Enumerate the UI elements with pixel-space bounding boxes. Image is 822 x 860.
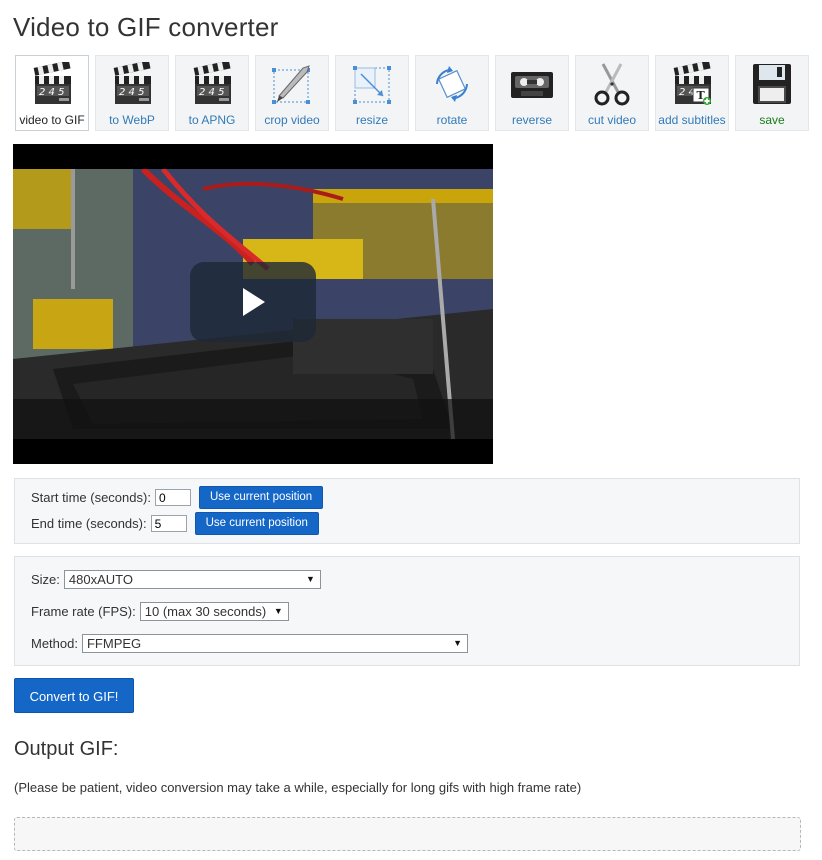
tool-label: save bbox=[759, 113, 785, 127]
tool-to-apng[interactable]: 2 4 5 to APNG bbox=[175, 55, 249, 131]
tool-cut-video[interactable]: cut video bbox=[575, 55, 649, 131]
start-use-current-button[interactable]: Use current position bbox=[198, 486, 324, 509]
chevron-down-icon: ▼ bbox=[273, 606, 283, 616]
tool-label: to WebP bbox=[109, 113, 155, 127]
size-select[interactable]: 480xAUTO ▼ bbox=[63, 570, 321, 589]
tool-rotate[interactable]: rotate bbox=[415, 55, 489, 131]
end-time-row: End time (seconds): Use current position bbox=[31, 512, 319, 535]
video-player[interactable] bbox=[13, 144, 493, 464]
chevron-down-icon: ▼ bbox=[453, 638, 462, 648]
method-row: Method: FFMPEG ▼ bbox=[31, 634, 468, 653]
method-select-value: FFMPEG bbox=[86, 636, 142, 651]
tool-reverse[interactable]: reverse bbox=[495, 55, 569, 131]
fps-row: Frame rate (FPS): 10 (max 30 seconds) ▼ bbox=[31, 602, 289, 621]
tool-label: to APNG bbox=[188, 113, 236, 127]
floppy-disk-icon bbox=[753, 64, 791, 104]
clapperboard-icon: 2 4 5 bbox=[193, 62, 231, 104]
tool-label: resize bbox=[355, 113, 388, 127]
page: Video to GIF converter 2 4 5 video to GI… bbox=[0, 0, 822, 860]
tool-resize[interactable]: resize bbox=[335, 55, 409, 131]
resize-icon bbox=[353, 66, 391, 104]
start-time-input[interactable] bbox=[154, 489, 191, 506]
tool-label: add subtitles bbox=[658, 113, 726, 127]
convert-button[interactable]: Convert to GIF! bbox=[14, 678, 134, 713]
fps-select-value: 10 (max 30 seconds) bbox=[144, 604, 267, 619]
output-title: Output GIF: bbox=[14, 738, 119, 760]
clapperboard-text-icon: 2 4 5 T bbox=[673, 62, 711, 105]
end-time-input[interactable] bbox=[150, 515, 187, 532]
crop-knife-icon bbox=[272, 65, 310, 104]
tool-label: crop video bbox=[264, 113, 320, 127]
size-select-value: 480xAUTO bbox=[68, 572, 133, 587]
fps-label: Frame rate (FPS): bbox=[31, 604, 136, 619]
clapper-numbers: 2 4 5 bbox=[39, 87, 64, 98]
page-title: Video to GIF converter bbox=[13, 12, 279, 42]
scissors-icon bbox=[594, 63, 630, 106]
start-time-label: Start time (seconds): bbox=[31, 490, 151, 505]
tool-save[interactable]: save bbox=[735, 55, 809, 131]
clapperboard-icon: 2 4 5 bbox=[113, 62, 151, 104]
end-use-current-button[interactable]: Use current position bbox=[194, 512, 319, 535]
output-area bbox=[14, 817, 801, 851]
rotate-icon bbox=[436, 66, 468, 102]
tool-to-webp[interactable]: 2 4 5 to WebP bbox=[95, 55, 169, 131]
end-time-label: End time (seconds): bbox=[31, 516, 147, 531]
size-row: Size: 480xAUTO ▼ bbox=[31, 570, 321, 589]
play-icon bbox=[243, 288, 265, 316]
tool-label: video to GIF bbox=[19, 113, 85, 127]
timing-panel: Start time (seconds): Use current positi… bbox=[14, 478, 800, 544]
clapper-numbers: 2 4 5 bbox=[119, 87, 144, 98]
tool-label: reverse bbox=[511, 113, 552, 127]
size-label: Size: bbox=[31, 572, 60, 587]
play-button[interactable] bbox=[190, 262, 316, 342]
chevron-down-icon: ▼ bbox=[305, 574, 315, 584]
clapperboard-icon: 2 4 5 bbox=[33, 62, 71, 104]
clapper-numbers: 2 4 5 bbox=[199, 87, 224, 98]
options-panel: Size: 480xAUTO ▼ Frame rate (FPS): 10 (m… bbox=[14, 556, 800, 666]
fps-select[interactable]: 10 (max 30 seconds) ▼ bbox=[139, 602, 289, 621]
tool-crop-video[interactable]: crop video bbox=[255, 55, 329, 131]
cassette-icon bbox=[511, 72, 553, 98]
tool-label: rotate bbox=[436, 113, 468, 127]
tool-add-subtitles[interactable]: 2 4 5 T add subtitles bbox=[655, 55, 729, 131]
tool-toolbar: 2 4 5 video to GIF 2 4 5 to WebP 2 4 5 t… bbox=[15, 55, 815, 131]
patience-note: (Please be patient, video conversion may… bbox=[14, 780, 582, 795]
start-time-row: Start time (seconds): Use current positi… bbox=[31, 486, 324, 509]
method-label: Method: bbox=[31, 636, 78, 651]
method-select[interactable]: FFMPEG ▼ bbox=[81, 634, 468, 653]
tool-label: cut video bbox=[587, 113, 637, 127]
tool-video-to-gif[interactable]: 2 4 5 video to GIF bbox=[15, 55, 89, 131]
